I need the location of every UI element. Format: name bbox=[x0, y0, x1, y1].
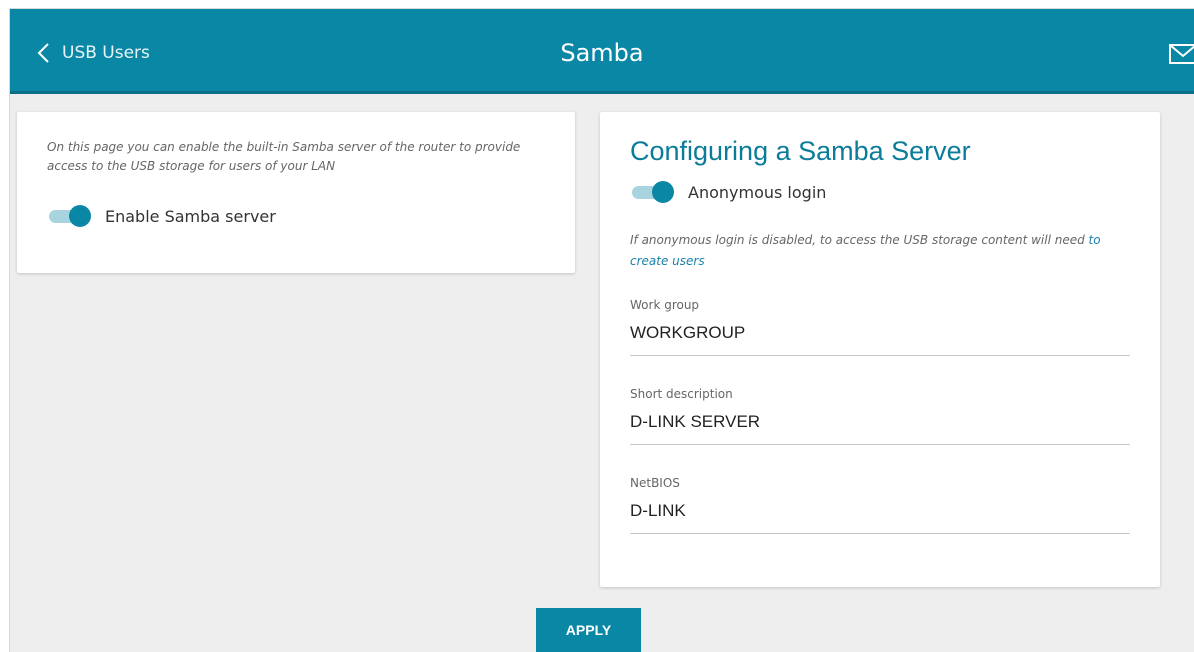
toggle-knob bbox=[69, 205, 91, 227]
section-title: Configuring a Samba Server bbox=[630, 136, 971, 166]
workgroup-field: Work group WORKGROUP bbox=[630, 298, 1130, 356]
workgroup-input[interactable]: WORKGROUP bbox=[630, 312, 1130, 356]
netbios-label: NetBIOS bbox=[630, 476, 680, 490]
netbios-input[interactable]: D-LINK bbox=[630, 490, 1130, 534]
anonymous-info-text: If anonymous login is disabled, to acces… bbox=[630, 230, 1140, 272]
short-description-input[interactable]: D-LINK SERVER bbox=[630, 401, 1130, 445]
anonymous-login-label: Anonymous login bbox=[688, 182, 827, 202]
netbios-field: NetBIOS D-LINK bbox=[630, 476, 1130, 534]
enable-samba-toggle[interactable]: Enable Samba server bbox=[47, 205, 276, 227]
short-description-field: Short description D-LINK SERVER bbox=[630, 387, 1130, 445]
short-description-label: Short description bbox=[630, 387, 733, 401]
top-bar: USB Users Samba bbox=[10, 9, 1194, 94]
page-title: Samba bbox=[560, 39, 644, 67]
samba-enable-card: On this page you can enable the built-in… bbox=[17, 112, 575, 273]
toggle-switch[interactable] bbox=[47, 205, 93, 227]
info-text: If anonymous login is disabled, to acces… bbox=[630, 233, 1089, 247]
samba-config-card: Configuring a Samba Server Anonymous log… bbox=[600, 112, 1160, 587]
toggle-knob bbox=[652, 181, 674, 203]
anonymous-login-toggle[interactable]: Anonymous login bbox=[630, 181, 826, 203]
enable-samba-label: Enable Samba server bbox=[105, 206, 276, 226]
apply-button[interactable]: APPLY bbox=[536, 608, 641, 652]
workgroup-label: Work group bbox=[630, 298, 700, 312]
page-description: On this page you can enable the built-in… bbox=[47, 140, 521, 173]
toggle-switch[interactable] bbox=[630, 181, 676, 203]
envelope-icon[interactable] bbox=[1168, 43, 1194, 65]
